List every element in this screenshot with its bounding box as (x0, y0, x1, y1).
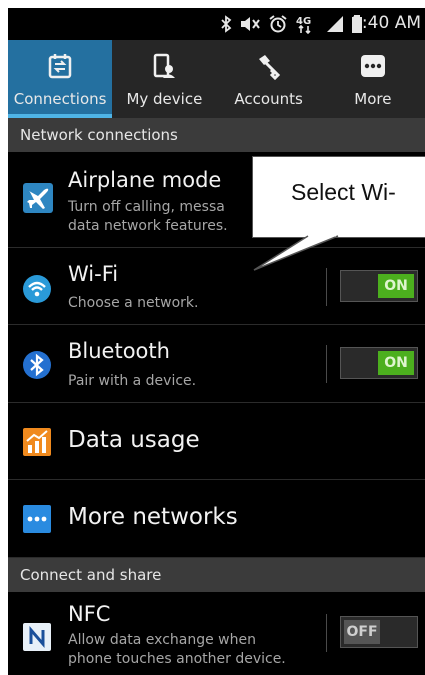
wifi-subtitle: Choose a network. (68, 295, 199, 311)
wifi-title: Wi-Fi (68, 262, 119, 286)
bluetooth-subtitle: Pair with a device. (68, 373, 197, 389)
status-clock: 8:40 AM (351, 13, 421, 33)
divider (326, 614, 327, 652)
airplane-icon (22, 182, 54, 218)
connections-icon (46, 52, 74, 80)
more-networks-title: More networks (68, 504, 238, 530)
bluetooth-icon (220, 15, 232, 33)
settings-screen: 4G 8:40 AM Connections My device Account… (8, 8, 425, 675)
wifi-icon (22, 274, 52, 308)
airplane-mode-title: Airplane mode (68, 168, 222, 192)
tab-label: My device (126, 90, 203, 108)
nfc-toggle[interactable]: OFF (340, 616, 418, 648)
bluetooth-row[interactable]: Bluetooth Pair with a device. ON (8, 325, 425, 403)
instruction-callout: Select Wi- (252, 156, 425, 238)
bluetooth-title: Bluetooth (68, 339, 170, 363)
section-header-network: Network connections (8, 118, 425, 152)
tab-label: Connections (13, 90, 107, 108)
tab-my-device[interactable]: My device (112, 40, 216, 118)
nfc-toggle-state: OFF (344, 620, 380, 644)
divider (326, 345, 327, 383)
data-usage-title: Data usage (68, 427, 200, 453)
status-bar: 4G 8:40 AM (8, 8, 425, 40)
accounts-key-icon (255, 52, 283, 80)
svg-text:4G: 4G (296, 16, 311, 27)
wifi-toggle[interactable]: ON (340, 270, 418, 302)
more-networks-row[interactable]: More networks (8, 480, 425, 558)
wifi-row[interactable]: Wi-Fi Choose a network. ON (8, 248, 425, 325)
nfc-title: NFC (68, 602, 111, 626)
bluetooth-toggle-state: ON (378, 351, 414, 375)
4g-lte-icon: 4G (295, 14, 319, 34)
bluetooth-setting-icon (22, 350, 52, 384)
tab-connections[interactable]: Connections (8, 40, 113, 118)
my-device-icon (150, 52, 178, 80)
tab-label: Accounts (234, 90, 303, 108)
nfc-icon (22, 622, 52, 656)
tab-label: More (354, 90, 392, 108)
wifi-toggle-state: ON (378, 274, 414, 298)
alarm-icon (268, 14, 288, 34)
nfc-subtitle-line2: phone touches another device. (68, 651, 286, 667)
tab-more[interactable]: More (321, 40, 425, 118)
data-usage-row[interactable]: Data usage (8, 403, 425, 480)
status-icons: 4G (220, 14, 363, 34)
signal-icon (326, 15, 344, 33)
airplane-mode-subtitle-line2: data network features. (68, 218, 228, 234)
divider (326, 268, 327, 306)
callout-text: Select Wi- (291, 179, 396, 205)
nfc-row[interactable]: NFC Allow data exchange when phone touch… (8, 592, 425, 675)
bluetooth-toggle[interactable]: ON (340, 347, 418, 379)
data-usage-chart-icon (22, 427, 52, 461)
settings-tab-bar: Connections My device Accounts More (8, 40, 425, 118)
nfc-subtitle-line1: Allow data exchange when (68, 632, 256, 648)
more-dots-icon (359, 52, 387, 80)
more-networks-icon (22, 504, 52, 538)
mute-icon (239, 15, 261, 33)
section-header-share: Connect and share (8, 558, 425, 592)
tab-accounts[interactable]: Accounts (217, 40, 321, 118)
airplane-mode-subtitle-line1: Turn off calling, messa (68, 199, 225, 215)
